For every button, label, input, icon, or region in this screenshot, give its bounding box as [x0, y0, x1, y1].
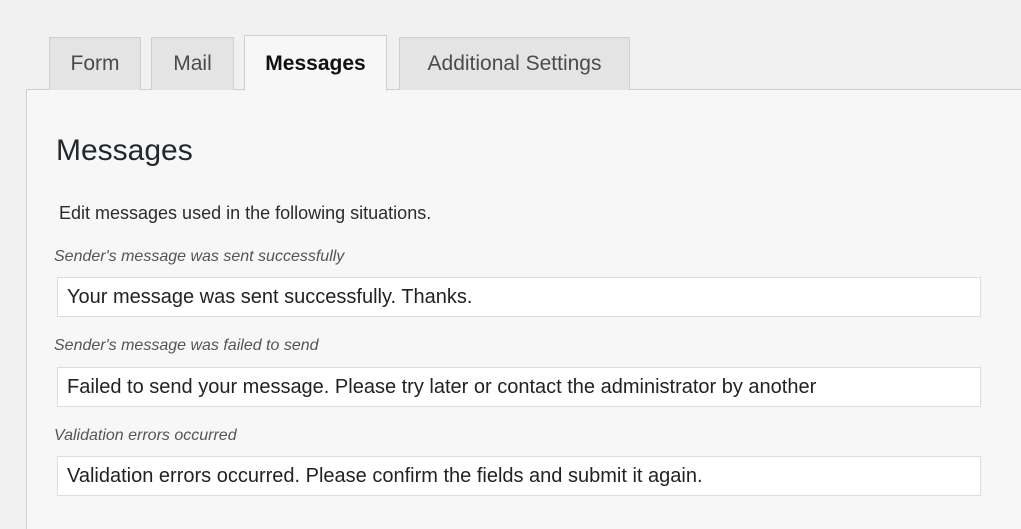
- validation-error-input[interactable]: [57, 456, 981, 496]
- field-label-sent-ok: Sender's message was sent successfully: [54, 248, 345, 265]
- section-title: Messages: [56, 134, 193, 167]
- tab-mail[interactable]: Mail: [151, 37, 234, 90]
- tab-additional-settings[interactable]: Additional Settings: [399, 37, 630, 90]
- messages-panel: Messages Edit messages used in the follo…: [26, 89, 1021, 529]
- mail-sent-ng-input[interactable]: [57, 367, 981, 407]
- tab-form[interactable]: Form: [49, 37, 141, 90]
- field-label-sent-ng: Sender's message was failed to send: [54, 337, 319, 354]
- section-description: Edit messages used in the following situ…: [59, 203, 432, 223]
- field-label-validation-error: Validation errors occurred: [54, 427, 237, 444]
- tab-bar: Form Mail Messages Additional Settings: [49, 35, 640, 91]
- tab-messages[interactable]: Messages: [244, 35, 387, 91]
- mail-sent-ok-input[interactable]: [57, 277, 981, 317]
